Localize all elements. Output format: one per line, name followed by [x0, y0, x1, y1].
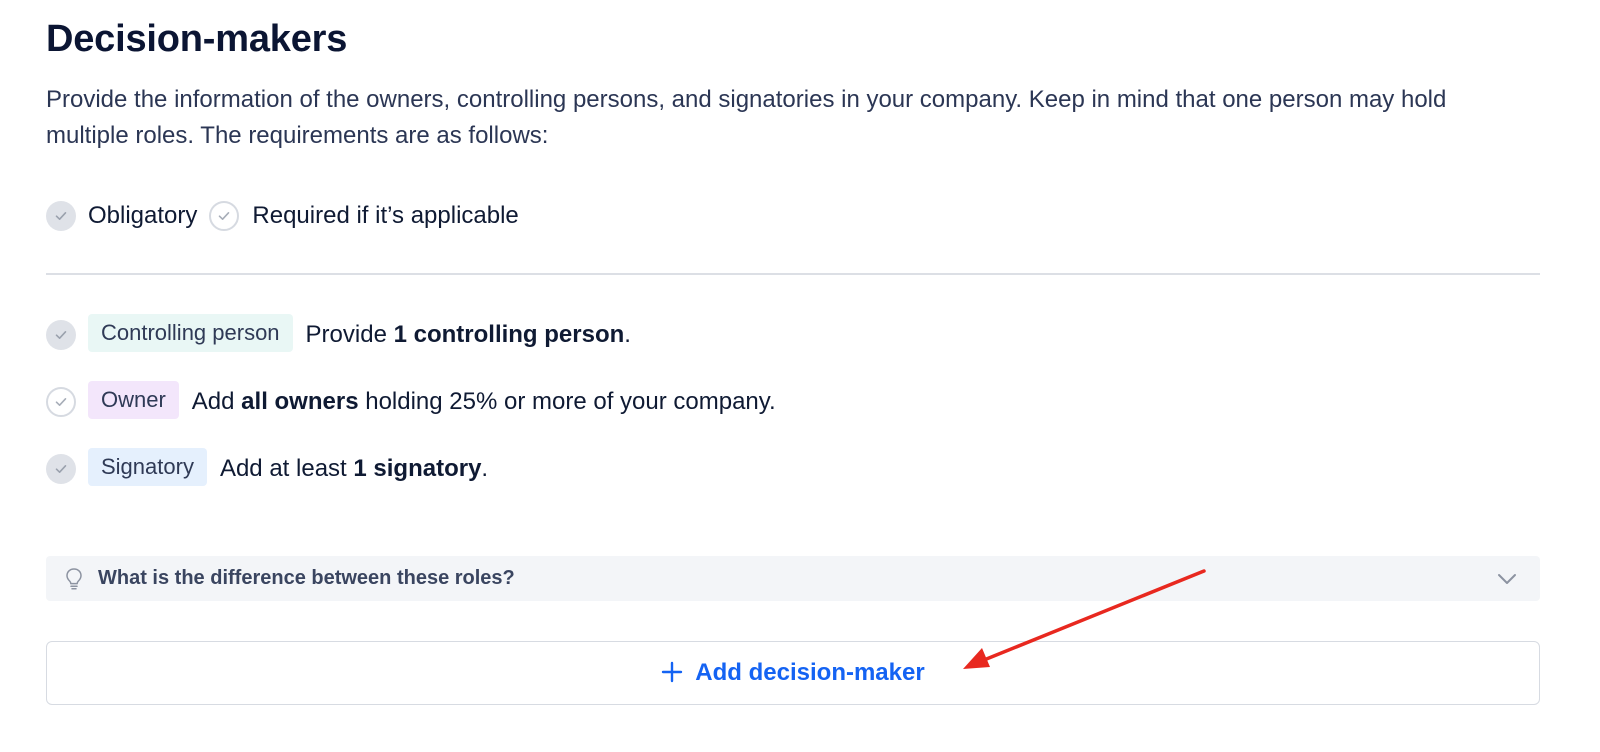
role-tag-owner: Owner: [88, 381, 179, 419]
obligatory-check-icon: [46, 454, 76, 484]
add-decision-maker-button[interactable]: Add decision-maker: [46, 641, 1540, 705]
requirement-row-controlling-person: Controlling person Provide 1 controlling…: [46, 314, 631, 352]
requirement-text: Add all owners holding 25% or more of yo…: [191, 388, 776, 415]
page-title: Decision-makers: [46, 18, 348, 60]
roles-faq-accordion[interactable]: What is the difference between these rol…: [46, 556, 1540, 601]
requirement-row-signatory: Signatory Add at least 1 signatory.: [46, 448, 489, 486]
obligatory-check-icon: [46, 320, 76, 350]
requirement-text: Add at least 1 signatory.: [219, 455, 489, 482]
applicable-check-icon: [46, 387, 76, 417]
requirement-row-owner: Owner Add all owners holding 25% or more…: [46, 381, 776, 419]
role-tag-signatory: Signatory: [88, 448, 207, 486]
faq-question: What is the difference between these rol…: [98, 567, 515, 589]
role-tag-controlling-person: Controlling person: [88, 314, 293, 352]
chevron-down-icon[interactable]: [1496, 568, 1518, 590]
intro-text: Provide the information of the owners, c…: [46, 86, 1447, 149]
legend-obligatory-label: Obligatory: [88, 202, 198, 229]
applicable-check-icon: [209, 201, 240, 231]
lightbulb-icon: [66, 567, 82, 590]
requirement-text: Provide 1 controlling person.: [305, 321, 631, 348]
requirement-legend: Obligatory Required if it’s applicable: [46, 199, 519, 233]
divider: [46, 273, 1540, 275]
plus-icon: [662, 661, 683, 683]
legend-applicable-label: Required if it’s applicable: [252, 202, 519, 229]
add-decision-maker-label: Add decision-maker: [695, 659, 925, 686]
obligatory-check-icon: [46, 201, 76, 231]
